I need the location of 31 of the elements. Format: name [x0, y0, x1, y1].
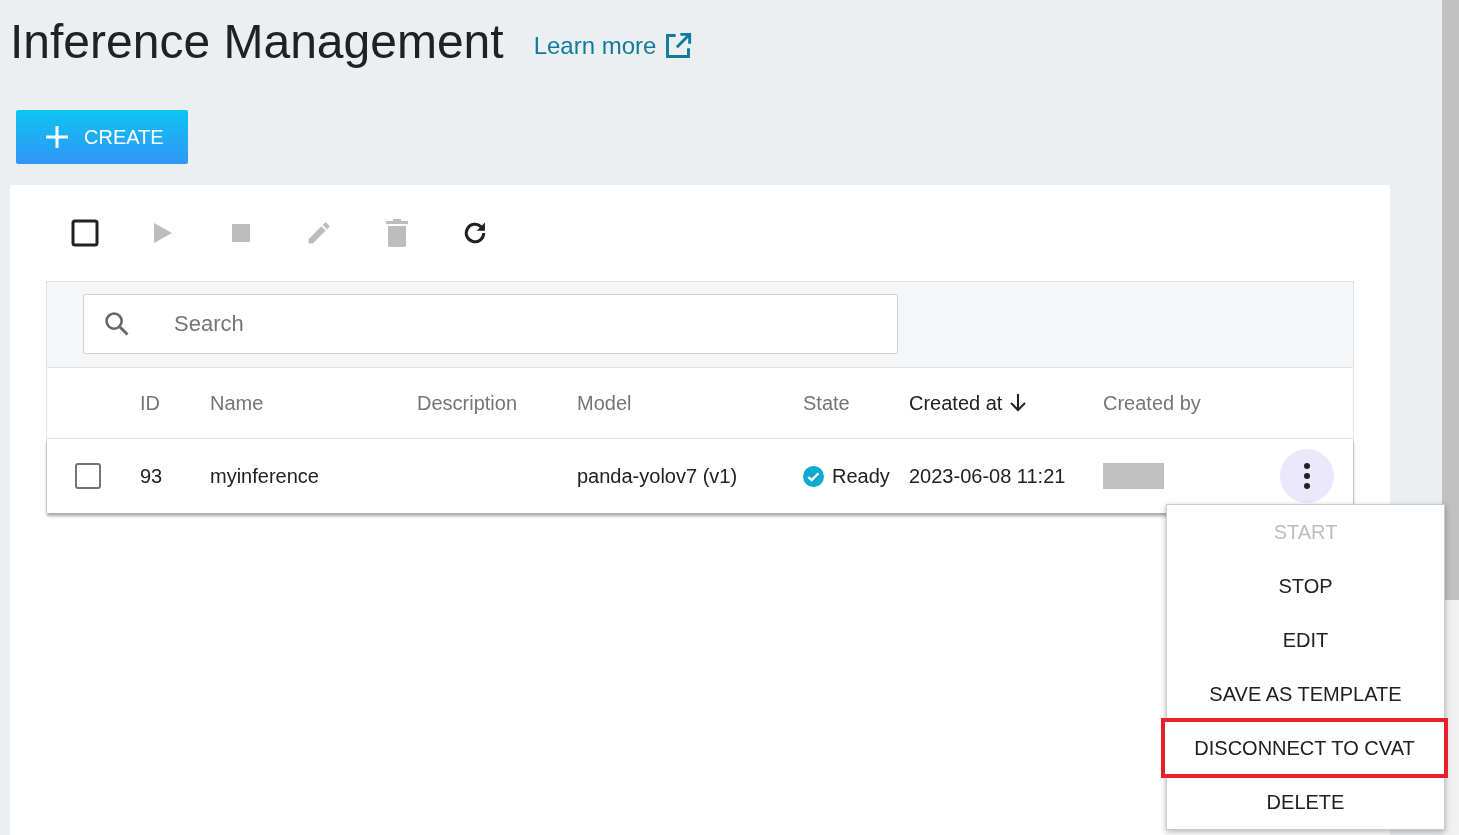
status-text: Ready	[832, 464, 890, 489]
column-header[interactable]: State	[803, 388, 909, 418]
row-checkbox[interactable]	[75, 463, 101, 489]
menu-item[interactable]: DISCONNECT TO CVAT	[1164, 721, 1445, 775]
more-icon	[1303, 463, 1311, 489]
plus-icon	[46, 126, 68, 148]
scrollbar[interactable]	[1442, 0, 1459, 835]
more-options-button[interactable]	[1280, 449, 1334, 503]
table-cell-text: panda-yolov7 (v1)	[577, 464, 739, 489]
table-cell-text: 93	[140, 464, 164, 489]
search-icon	[103, 310, 131, 338]
table-cell-text: 2023-06-08 11:21	[909, 464, 1067, 489]
column-header[interactable]: Created at	[909, 388, 1103, 418]
column-header[interactable]: ID	[140, 388, 210, 418]
column-header[interactable]: Description	[417, 388, 577, 418]
menu-item[interactable]: STOP	[1167, 559, 1444, 613]
external-link-icon	[664, 32, 693, 60]
redacted-block	[1103, 463, 1164, 489]
learn-more-link[interactable]: Learn more	[533, 20, 693, 64]
column-header[interactable]: Name	[210, 388, 417, 418]
menu-item[interactable]: SAVE AS TEMPLATE	[1167, 667, 1444, 721]
menu-item[interactable]: EDIT	[1167, 613, 1444, 667]
create-button[interactable]: CREATE	[16, 110, 188, 164]
sort-arrow-icon	[1010, 394, 1027, 412]
table-cell-text: myinference	[210, 464, 320, 489]
column-header[interactable]: Created by	[1103, 388, 1263, 418]
select-all-checkbox[interactable]	[71, 219, 99, 247]
page-title: Inference Management	[10, 18, 504, 66]
menu-item[interactable]: DELETE	[1167, 775, 1444, 829]
search-field[interactable]: Search	[83, 294, 898, 354]
column-header[interactable]: Model	[577, 388, 803, 418]
